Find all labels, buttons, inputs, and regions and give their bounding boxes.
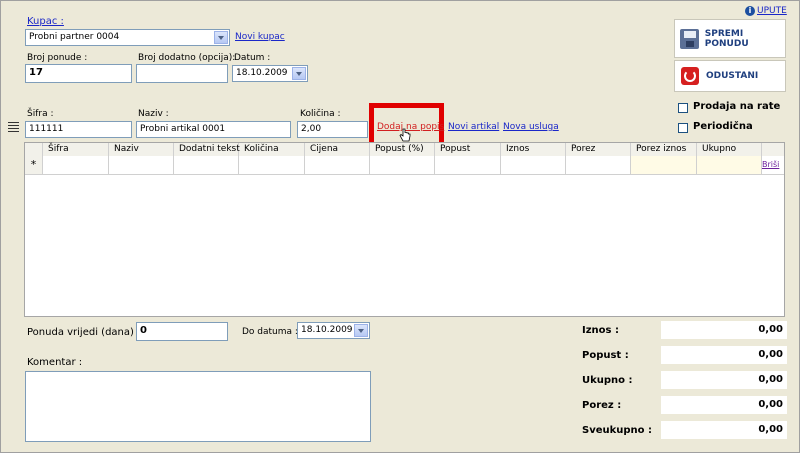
- summary-value-amount: 0,00: [661, 321, 787, 339]
- offer-number-label: Broj ponude :: [27, 53, 88, 63]
- hand-cursor-icon: [399, 128, 411, 143]
- quantity-value: 2,00: [301, 124, 322, 134]
- column-header[interactable]: Iznos: [501, 143, 566, 156]
- new-row-marker: *: [25, 156, 43, 174]
- customer-label-link[interactable]: Kupac :: [27, 16, 64, 27]
- table-cell[interactable]: [631, 156, 697, 174]
- table-cell[interactable]: [174, 156, 239, 174]
- periodic-label: Periodična: [693, 121, 753, 132]
- power-icon: [681, 67, 699, 85]
- summary-value-grand-total: 0,00: [661, 421, 787, 439]
- date-value: 18.10.2009: [236, 68, 288, 78]
- quantity-label: Količina :: [300, 109, 341, 119]
- summary-value-discount: 0,00: [661, 346, 787, 364]
- info-icon: i: [745, 6, 755, 16]
- floppy-disk-icon: [680, 28, 699, 49]
- cancel-label: ODUSTANI: [706, 71, 759, 81]
- delete-link[interactable]: Briši: [762, 160, 779, 169]
- table-cell[interactable]: [239, 156, 305, 174]
- offer-form-window: i UPUTE Kupac : Probni partner 0004 Novi…: [0, 0, 800, 453]
- new-customer-link[interactable]: Novi kupac: [235, 32, 285, 42]
- table-cell[interactable]: [370, 156, 435, 174]
- summary-label-discount: Popust :: [582, 350, 629, 361]
- chevron-down-icon[interactable]: [292, 67, 306, 80]
- until-date-picker[interactable]: 18.10.2009: [297, 322, 370, 339]
- column-header[interactable]: Popust (%): [370, 143, 435, 156]
- column-header[interactable]: Šifra: [43, 143, 109, 156]
- column-header[interactable]: Ukupno: [697, 143, 762, 156]
- date-picker[interactable]: 18.10.2009: [232, 65, 308, 82]
- column-header[interactable]: Naziv: [109, 143, 174, 156]
- code-label: Šifra :: [27, 109, 54, 119]
- code-value: 111111: [29, 124, 64, 134]
- summary-label-grand-total: Sveukupno :: [582, 425, 653, 436]
- column-header[interactable]: Popust: [435, 143, 501, 156]
- chevron-down-icon[interactable]: [354, 324, 368, 337]
- name-input[interactable]: Probni artikal 0001: [136, 121, 291, 138]
- until-date-label: Do datuma :: [242, 327, 298, 337]
- name-value: Probni artikal 0001: [140, 124, 226, 134]
- new-service-link[interactable]: Nova usluga: [503, 122, 559, 132]
- table-cell[interactable]: [435, 156, 501, 174]
- save-offer-label: SPREMI PONUDU: [704, 28, 749, 49]
- column-header[interactable]: Porez iznos: [631, 143, 697, 156]
- chevron-down-icon[interactable]: [214, 31, 228, 44]
- column-header[interactable]: Dodatni tekst: [174, 143, 240, 156]
- summary-value-tax: 0,00: [661, 396, 787, 414]
- customer-select-value: Probni partner 0004: [29, 32, 120, 42]
- help-link[interactable]: i UPUTE: [745, 6, 787, 16]
- offer-number-value: 17: [29, 67, 43, 78]
- periodic-checkbox[interactable]: [678, 123, 688, 133]
- until-date-value: 18.10.2009: [301, 325, 353, 335]
- table-cell[interactable]: [501, 156, 566, 174]
- installment-label: Prodaja na rate: [693, 101, 781, 112]
- table-cell[interactable]: [566, 156, 631, 174]
- grid-header: Šifra Naziv Dodatni tekst Količina Cijen…: [25, 143, 784, 157]
- code-input[interactable]: 111111: [25, 121, 132, 138]
- grid-corner: [25, 143, 43, 156]
- summary-label-total: Ukupno :: [582, 375, 633, 386]
- extra-number-input[interactable]: [136, 64, 228, 83]
- table-cell[interactable]: [109, 156, 174, 174]
- delete-cell[interactable]: Briši: [762, 156, 784, 174]
- column-header[interactable]: Porez: [566, 143, 631, 156]
- customer-select[interactable]: Probni partner 0004: [25, 29, 230, 46]
- list-icon[interactable]: [8, 122, 19, 132]
- quantity-input[interactable]: 2,00: [297, 121, 368, 138]
- offer-number-input[interactable]: 17: [25, 64, 132, 83]
- table-row[interactable]: * Briši: [25, 156, 784, 175]
- extra-number-label: Broj dodatno (opcija):: [138, 53, 236, 63]
- table-cell[interactable]: [305, 156, 370, 174]
- comment-label: Komentar :: [27, 357, 83, 368]
- summary-label-tax: Porez :: [582, 400, 622, 411]
- column-header[interactable]: Količina: [239, 143, 305, 156]
- summary-label-amount: Iznos :: [582, 325, 619, 336]
- installment-checkbox[interactable]: [678, 103, 688, 113]
- validity-input[interactable]: 0: [136, 322, 228, 341]
- column-header[interactable]: Cijena: [305, 143, 370, 156]
- cancel-button[interactable]: ODUSTANI: [674, 60, 786, 92]
- comment-textarea[interactable]: [25, 371, 371, 442]
- validity-label: Ponuda vrijedi (dana) :: [27, 327, 141, 338]
- table-cell[interactable]: [697, 156, 762, 174]
- summary-value-total: 0,00: [661, 371, 787, 389]
- save-offer-button[interactable]: SPREMI PONUDU: [674, 19, 786, 58]
- date-label: Datum :: [234, 53, 271, 63]
- validity-value: 0: [140, 325, 147, 336]
- items-grid: Šifra Naziv Dodatni tekst Količina Cijen…: [24, 142, 785, 317]
- help-link-label[interactable]: UPUTE: [757, 6, 787, 16]
- name-label: Naziv :: [138, 109, 169, 119]
- new-article-link[interactable]: Novi artikal: [448, 122, 499, 132]
- table-cell[interactable]: [43, 156, 109, 174]
